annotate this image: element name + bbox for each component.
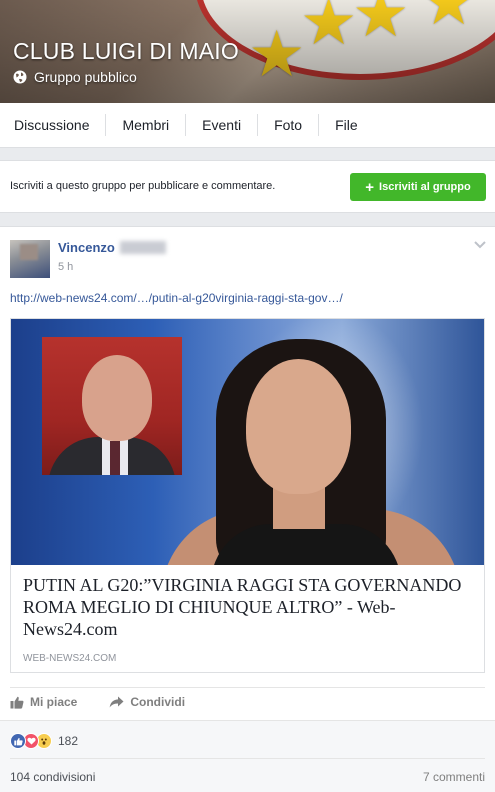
post: Vincenzo 5 h http://web-news24.com/…/put… bbox=[0, 226, 495, 792]
inset-photo bbox=[42, 337, 182, 475]
tab-membri[interactable]: Membri bbox=[106, 114, 187, 136]
like-button[interactable]: Mi piace bbox=[10, 695, 77, 709]
group-tabs: Discussione Membri Eventi Foto File bbox=[0, 103, 495, 148]
post-author-name[interactable]: Vincenzo bbox=[58, 240, 115, 255]
chevron-down-icon[interactable] bbox=[474, 241, 486, 249]
link-preview-domain: WEB-NEWS24.COM bbox=[23, 653, 117, 664]
link-preview-headline[interactable]: PUTIN AL G20:”VIRGINIA RAGGI STA GOVERNA… bbox=[23, 574, 473, 640]
post-link[interactable]: http://web-news24.com/…/putin-al-g20virg… bbox=[10, 291, 343, 305]
avatar[interactable] bbox=[10, 240, 50, 278]
thumbs-up-icon bbox=[10, 696, 24, 709]
tab-file[interactable]: File bbox=[319, 114, 374, 136]
redacted-surname bbox=[119, 241, 166, 254]
tab-eventi[interactable]: Eventi bbox=[186, 114, 259, 136]
join-group-button[interactable]: + Iscriviti al gruppo bbox=[350, 173, 486, 201]
post-actions: Mi piace Condividi bbox=[10, 695, 217, 709]
tab-discussione[interactable]: Discussione bbox=[0, 114, 107, 136]
tab-foto[interactable]: Foto bbox=[258, 114, 320, 136]
group-title[interactable]: CLUB LUIGI DI MAIO bbox=[13, 38, 239, 65]
post-time[interactable]: 5 h bbox=[58, 261, 73, 273]
like-label: Mi piace bbox=[30, 695, 78, 709]
post-author[interactable]: Vincenzo bbox=[58, 240, 166, 255]
join-bar: Iscriviti a questo gruppo per pubblicare… bbox=[0, 160, 495, 213]
reaction-count: 182 bbox=[58, 734, 79, 748]
reaction-summary[interactable]: 182 bbox=[10, 733, 78, 749]
group-privacy-label: Gruppo pubblico bbox=[34, 69, 137, 85]
group-cover: MO ★ ★ ★ ★ CLUB LUIGI DI MAIO Gruppo pub… bbox=[0, 0, 495, 103]
join-group-label: Iscriviti al gruppo bbox=[379, 181, 471, 193]
link-preview-card[interactable]: PUTIN AL G20:”VIRGINIA RAGGI STA GOVERNA… bbox=[10, 318, 485, 673]
share-label: Condividi bbox=[130, 695, 186, 709]
share-icon bbox=[110, 696, 124, 708]
divider bbox=[10, 687, 485, 688]
like-reaction-icon bbox=[10, 733, 26, 749]
shares-count[interactable]: 104 condivisioni bbox=[10, 770, 95, 784]
globe-icon bbox=[13, 70, 27, 84]
link-preview-image[interactable] bbox=[11, 319, 484, 565]
comments-count[interactable]: 7 commenti bbox=[423, 770, 485, 784]
share-button[interactable]: Condividi bbox=[109, 695, 185, 709]
join-prompt: Iscriviti a questo gruppo per pubblicare… bbox=[10, 180, 276, 192]
reactions-bar: 182 104 condivisioni 7 commenti bbox=[0, 720, 495, 792]
plus-icon: + bbox=[365, 178, 375, 196]
group-privacy: Gruppo pubblico bbox=[13, 69, 137, 85]
